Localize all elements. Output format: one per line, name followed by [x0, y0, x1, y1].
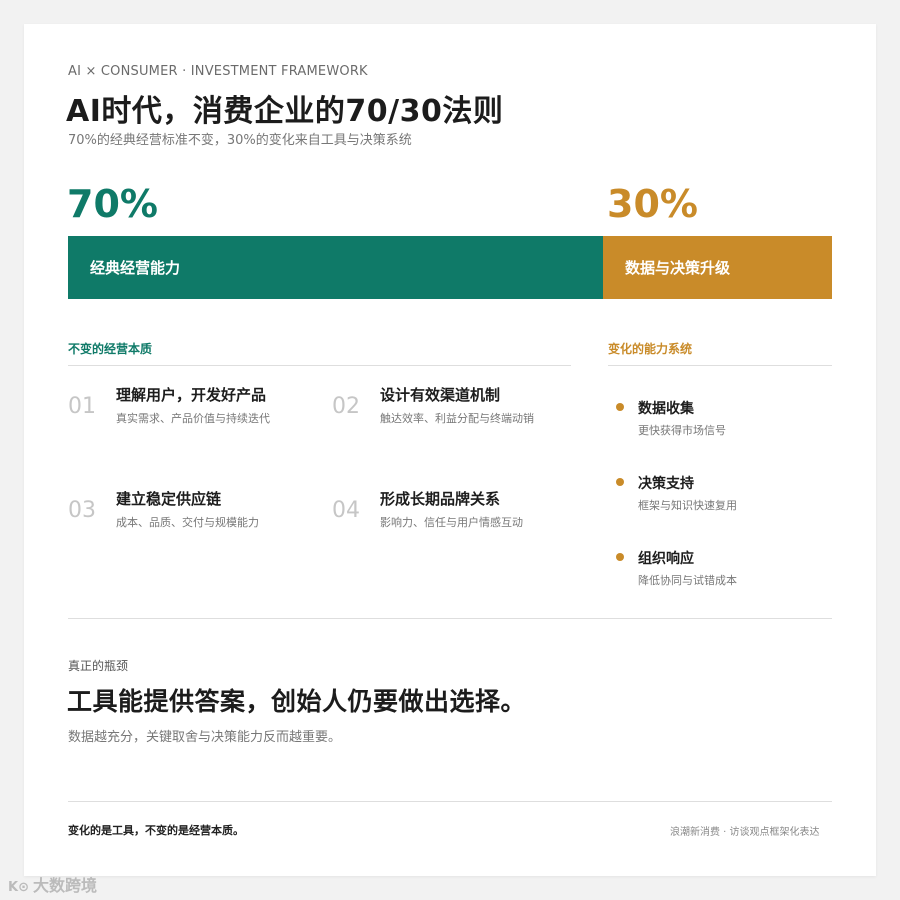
upgrade-percent: 30% — [607, 182, 698, 226]
eyebrow: AI × CONSUMER · INVESTMENT FRAMEWORK — [68, 64, 368, 79]
watermark: K⊙ 大数跨境 — [8, 872, 97, 896]
changed-item-title: 数据收集 — [638, 401, 694, 417]
item-title: 形成长期品牌关系 — [380, 490, 501, 508]
footer-divider — [68, 801, 832, 802]
item-desc: 真实需求、产品价值与持续迭代 — [116, 412, 270, 425]
changed-item-desc: 降低协同与试错成本 — [638, 574, 737, 587]
item-desc: 影响力、信任与用户情感互动 — [380, 516, 523, 529]
item-title: 建立稳定供应链 — [116, 490, 222, 508]
changed-item-title: 决策支持 — [638, 476, 694, 492]
page-title: AI时代，消费企业的70/30法则 — [66, 94, 504, 129]
section-divider — [68, 618, 832, 619]
unchanged-divider — [68, 365, 571, 366]
bottleneck-desc: 数据越充分，关键取舍与决策能力反而越重要。 — [68, 730, 342, 745]
framework-card: AI × CONSUMER · INVESTMENT FRAMEWORK AI时… — [24, 24, 876, 876]
upgrade-bar: 数据与决策升级 — [603, 236, 832, 299]
item-number: 01 — [68, 394, 96, 419]
item-number: 03 — [68, 498, 96, 523]
item-number: 02 — [332, 394, 360, 419]
bottleneck-label: 真正的瓶颈 — [68, 659, 129, 673]
watermark-logo-icon: K⊙ — [8, 880, 29, 895]
item-desc: 成本、品质、交付与规模能力 — [116, 516, 259, 529]
item-number: 04 — [332, 498, 360, 523]
item-desc: 触达效率、利益分配与终端动销 — [380, 412, 534, 425]
item-title: 设计有效渠道机制 — [380, 386, 501, 404]
bullet-dot — [616, 403, 624, 411]
changed-item-desc: 框架与知识快速复用 — [638, 499, 737, 512]
page-subtitle: 70%的经典经营标准不变，30%的变化来自工具与决策系统 — [68, 133, 412, 148]
classic-percent: 70% — [67, 182, 158, 226]
item-title: 理解用户，开发好产品 — [116, 386, 267, 404]
upgrade-bar-label: 数据与决策升级 — [625, 259, 731, 277]
footer-source: 浪潮新消费 · 访谈观点框架化表达 — [670, 827, 820, 838]
bullet-dot — [616, 478, 624, 486]
changed-item-desc: 更快获得市场信号 — [638, 424, 726, 437]
watermark-text: 大数跨境 — [32, 876, 97, 895]
changed-item-title: 组织响应 — [638, 551, 694, 567]
classic-bar-label: 经典经营能力 — [90, 259, 181, 277]
unchanged-heading: 不变的经营本质 — [68, 342, 153, 356]
bottleneck-title: 工具能提供答案，创始人仍要做出选择。 — [67, 687, 527, 716]
changed-divider — [608, 365, 832, 366]
bullet-dot — [616, 553, 624, 561]
changed-heading: 变化的能力系统 — [608, 342, 693, 356]
classic-bar: 经典经营能力 — [68, 236, 603, 299]
footer-tagline: 变化的是工具，不变的是经营本质。 — [68, 824, 244, 837]
